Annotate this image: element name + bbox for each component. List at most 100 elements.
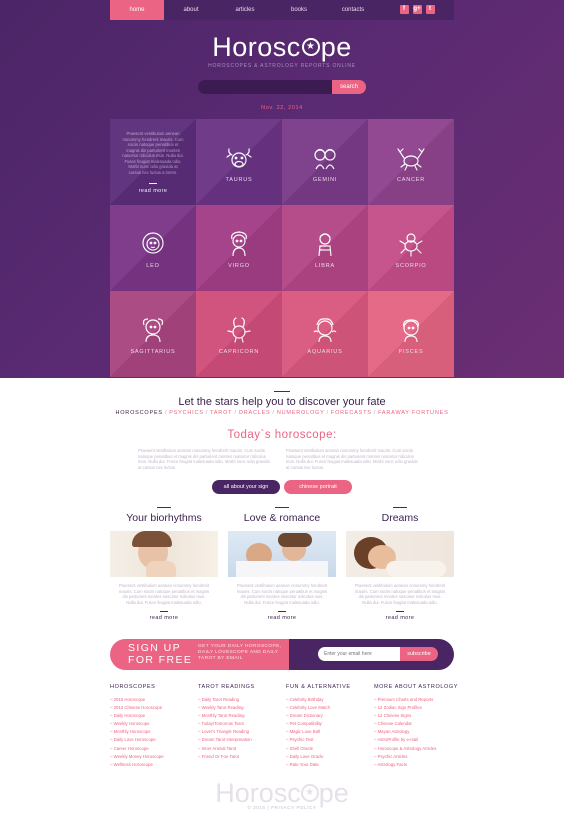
divider <box>396 611 404 612</box>
footer-link[interactable]: Daily Horoscope <box>110 712 196 720</box>
dreams-photo <box>346 531 454 577</box>
footer-link[interactable]: Mayan Astrology <box>374 728 460 736</box>
sign-sagittarius[interactable]: SAGITTARIUS <box>110 291 196 377</box>
tag-link[interactable]: NUMEROLOGY <box>277 410 325 416</box>
search-input[interactable] <box>198 80 332 94</box>
intro-card: Praesent vestibulum aenean nonummy hendr… <box>110 119 196 205</box>
footer-link[interactable]: Rate Your Date <box>286 761 372 769</box>
footer-link[interactable]: Psychic Test <box>286 736 372 744</box>
nav-contacts[interactable]: contacts <box>326 0 380 20</box>
tagline: HOROSCOPES & ASTROLOGY REPORTS ONLINE <box>208 63 356 69</box>
facebook-icon[interactable]: f <box>399 5 409 14</box>
footer-link[interactable]: 2014 Chinese Horoscope <box>110 704 196 712</box>
nav-articles[interactable]: articles <box>218 0 272 20</box>
footer-link[interactable]: Daily Tarot Reading <box>198 696 284 704</box>
footer-link[interactable]: Magic Love Ball <box>286 728 372 736</box>
divider <box>160 611 168 612</box>
star-icon: ★ <box>300 783 319 802</box>
google-plus-icon[interactable]: g+ <box>412 5 422 14</box>
site-logo[interactable]: Horosc ★ pe <box>0 32 564 63</box>
zodiac-grid: Praesent vestibulum aenean nonummy hendr… <box>110 119 454 377</box>
subscribe-button[interactable]: subscribe <box>400 647 438 661</box>
section-title: Let the stars help you to discover your … <box>178 396 386 408</box>
footer-link[interactable]: Dream Tarot Interpretation <box>198 736 284 744</box>
today-text-right: Praesent vestibulum aenean nonummy hendr… <box>286 448 418 470</box>
tag-link[interactable]: HOROSCOPES <box>115 410 162 416</box>
tag-link[interactable]: FARAWAY FORTUNES <box>378 410 448 416</box>
footer-link[interactable]: Monthly Horoscope <box>110 728 196 736</box>
tag-link[interactable]: ORACLES <box>239 410 271 416</box>
sign-libra[interactable]: LIBRA <box>282 205 368 291</box>
capricorn-icon <box>227 317 251 343</box>
sign-capricorn[interactable]: CAPRICORN <box>196 291 282 377</box>
footer-link[interactable]: 12 Zodiac Sign Profiles <box>374 704 460 712</box>
footer-link[interactable]: Celebrity Love Match <box>286 704 372 712</box>
biorhythms-column: Your biorhythms Praesent vestibulum aene… <box>110 507 218 621</box>
footer-link[interactable]: Daily Love Oracle <box>286 753 372 761</box>
read-more-link[interactable]: read more <box>346 615 454 621</box>
footer-link[interactable]: Today/Tomorrow Tarot <box>198 720 284 728</box>
footer-link[interactable]: Weekly Money Horoscope <box>110 753 196 761</box>
footer-link[interactable]: Inner Animal Tarot <box>198 745 284 753</box>
tag-link[interactable]: PSYCHICS <box>169 410 204 416</box>
column-text: Praesent vestibulum aenean nonummy hendr… <box>354 583 446 605</box>
sign-taurus[interactable]: TAURUS <box>196 119 282 205</box>
sign-scorpio[interactable]: SCORPIO <box>368 205 454 291</box>
read-more-link[interactable]: read more <box>110 615 218 621</box>
nav-about[interactable]: about <box>164 0 218 20</box>
footer-link[interactable]: 2015 Horoscope <box>110 696 196 704</box>
footer-link[interactable]: Monthly Tarot Reading <box>198 712 284 720</box>
footer-link[interactable]: Shell Oracle <box>286 745 372 753</box>
sign-label: LIBRA <box>315 263 335 269</box>
sign-pisces[interactable]: PISCES <box>368 291 454 377</box>
column-title: Dreams <box>381 512 419 524</box>
about-sign-button[interactable]: all about your sign <box>212 480 280 494</box>
footer-link[interactable]: Pet Compatibility <box>286 720 372 728</box>
footer-link[interactable]: AstroProfile by e-mail <box>374 736 460 744</box>
sagittarius-icon <box>142 318 164 343</box>
divider <box>278 611 286 612</box>
tag-link[interactable]: FORECASTS <box>331 410 372 416</box>
footer-link[interactable]: Chinese Calendar <box>374 720 460 728</box>
sign-cancer[interactable]: CANCER <box>368 119 454 205</box>
tag-link[interactable]: TAROT <box>210 410 232 416</box>
sign-gemini[interactable]: GEMINI <box>282 119 368 205</box>
read-more-link[interactable]: read more <box>228 615 336 621</box>
signup-title-line1: SIGN UP <box>128 642 181 654</box>
footer-link[interactable]: Psychic Articles <box>374 753 460 761</box>
nav-books[interactable]: books <box>272 0 326 20</box>
sign-virgo[interactable]: VIRGO <box>196 205 282 291</box>
footer-link[interactable]: Celebrity Birthday <box>286 696 372 704</box>
column-title: Love & romance <box>243 512 321 524</box>
social-links: f g+ t <box>380 0 454 20</box>
footer-link[interactable]: Dream Dictionary <box>286 712 372 720</box>
cancer-icon <box>397 148 425 171</box>
read-more-link[interactable]: read more <box>122 188 184 194</box>
footer-link[interactable]: Horoscope & Astrology Articles <box>374 745 460 753</box>
footer-link[interactable]: Daily Love Horoscope <box>110 736 196 744</box>
leo-icon <box>142 232 164 254</box>
sign-aquarius[interactable]: AQUARIUS <box>282 291 368 377</box>
footer-link[interactable]: Astrology Facts <box>374 761 460 769</box>
twitter-icon[interactable]: t <box>425 5 435 14</box>
separator: / <box>164 410 168 416</box>
biorhythms-photo <box>110 531 218 577</box>
footer-link[interactable]: Premium Charts and Reports <box>374 696 460 704</box>
footer-link[interactable]: Career Horoscope <box>110 745 196 753</box>
email-field[interactable] <box>318 647 400 661</box>
signup-title-line2: FOR FREE <box>128 653 193 666</box>
footer-link[interactable]: 12 Chinese Signs <box>374 712 460 720</box>
separator: / <box>272 410 275 416</box>
footer-column-astrology: MORE ABOUT ASTROLOGY Premium Charts and … <box>374 684 460 769</box>
nav-home[interactable]: home <box>110 0 164 20</box>
footer-link[interactable]: Friend Or Foe Tarot <box>198 753 284 761</box>
sign-leo[interactable]: LEO <box>110 205 196 291</box>
footer-link[interactable]: Weekly Tarot Reading <box>198 704 284 712</box>
search-button[interactable]: search <box>332 80 366 94</box>
footer-link[interactable]: Weekly Horoscope <box>110 720 196 728</box>
footer-link[interactable]: Wellness Horoscope <box>110 761 196 769</box>
footer-link[interactable]: Lover's Triangle Reading <box>198 728 284 736</box>
chinese-portrait-button[interactable]: chinese portrait <box>284 480 352 494</box>
star-icon: ★ <box>301 37 320 56</box>
love-romance-column: Love & romance Praesent vestibulum aenea… <box>228 507 336 621</box>
